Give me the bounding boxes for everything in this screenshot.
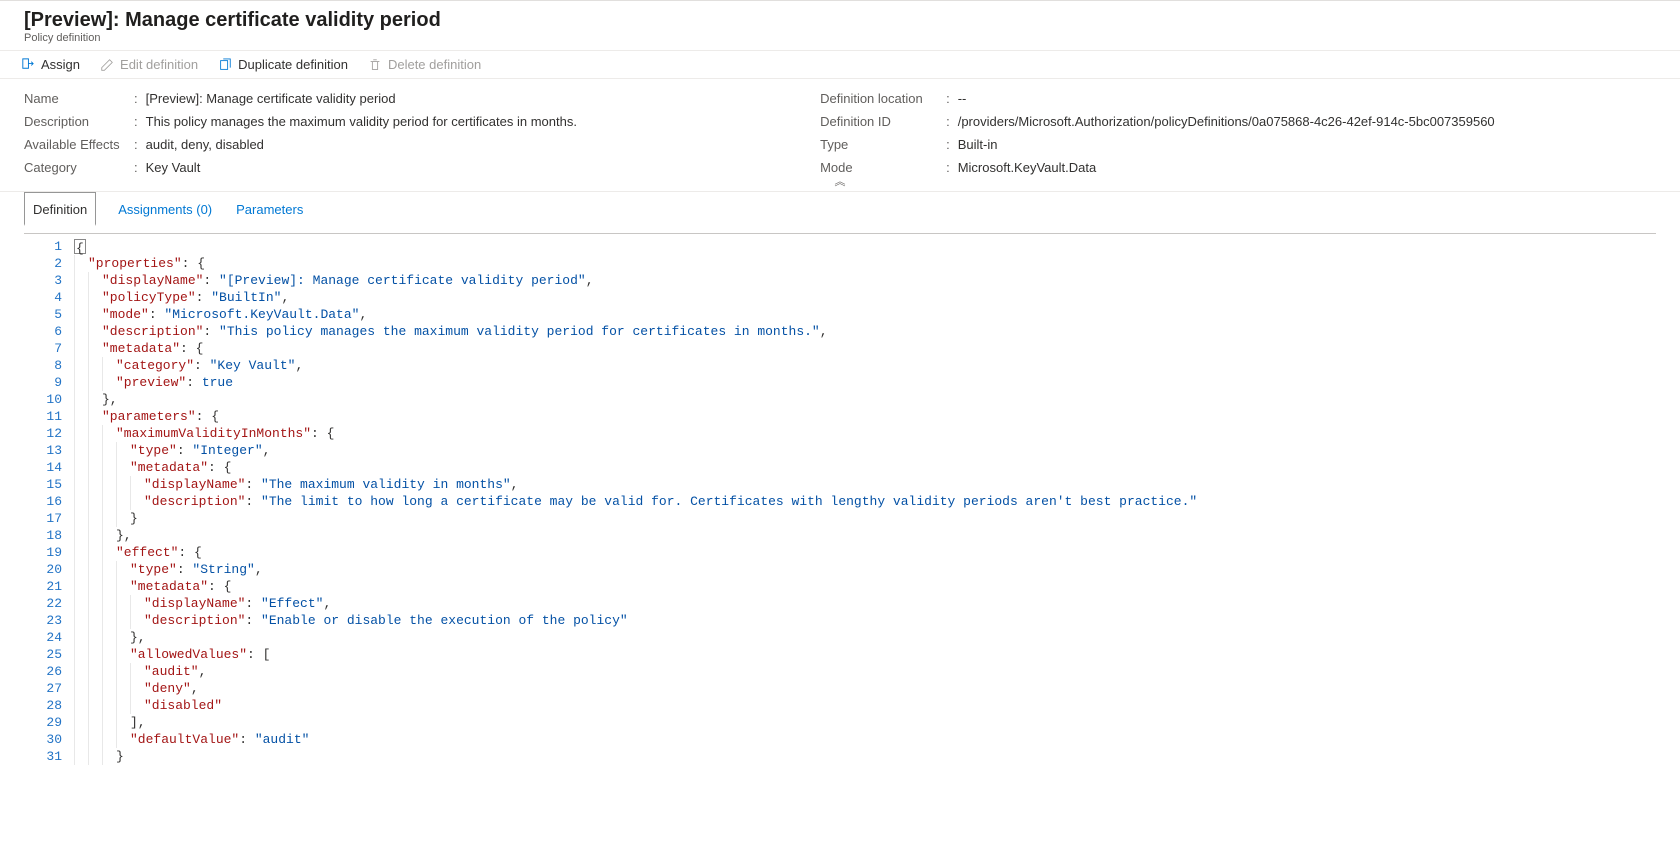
assign-button[interactable]: Assign bbox=[20, 57, 80, 72]
assign-label: Assign bbox=[41, 57, 80, 72]
category-label: Category bbox=[24, 160, 134, 175]
delete-label: Delete definition bbox=[388, 57, 481, 72]
name-value: [Preview]: Manage certificate validity p… bbox=[146, 91, 396, 106]
description-label: Description bbox=[24, 114, 134, 129]
tab-parameters[interactable]: Parameters bbox=[234, 192, 305, 225]
id-label: Definition ID bbox=[820, 114, 946, 129]
edit-label: Edit definition bbox=[120, 57, 198, 72]
page-header: [Preview]: Manage certificate validity p… bbox=[0, 1, 1680, 50]
page-title: [Preview]: Manage certificate validity p… bbox=[24, 9, 1656, 32]
tab-definition[interactable]: Definition bbox=[24, 192, 96, 226]
category-value: Key Vault bbox=[146, 160, 201, 175]
line-number-gutter: 1234567891011121314151617181920212223242… bbox=[24, 234, 74, 769]
effects-value: audit, deny, disabled bbox=[146, 137, 264, 152]
tab-assignments[interactable]: Assignments (0) bbox=[116, 192, 214, 225]
copy-icon bbox=[218, 58, 232, 72]
collapse-caret-icon[interactable]: ︽ bbox=[835, 173, 846, 189]
id-value: /providers/Microsoft.Authorization/polic… bbox=[958, 114, 1495, 129]
duplicate-definition-button[interactable]: Duplicate definition bbox=[218, 57, 348, 72]
delete-definition-button: Delete definition bbox=[368, 57, 481, 72]
tabs: Definition Assignments (0) Parameters bbox=[0, 191, 1680, 225]
code-area[interactable]: {"properties": {"displayName": "[Preview… bbox=[74, 234, 1656, 769]
edit-definition-button: Edit definition bbox=[100, 57, 198, 72]
pencil-icon bbox=[100, 58, 114, 72]
duplicate-label: Duplicate definition bbox=[238, 57, 348, 72]
toolbar: Assign Edit definition Duplicate definit… bbox=[0, 50, 1680, 79]
page-subtitle: Policy definition bbox=[24, 32, 1656, 44]
type-label: Type bbox=[820, 137, 946, 152]
details-panel: Name:[Preview]: Manage certificate valid… bbox=[0, 79, 1680, 191]
type-value: Built-in bbox=[958, 137, 998, 152]
location-value: -- bbox=[958, 91, 967, 106]
trash-icon bbox=[368, 58, 382, 72]
json-editor: 1234567891011121314151617181920212223242… bbox=[24, 233, 1656, 769]
assign-icon bbox=[20, 57, 35, 72]
description-value: This policy manages the maximum validity… bbox=[146, 114, 577, 129]
location-label: Definition location bbox=[820, 91, 946, 106]
effects-label: Available Effects bbox=[24, 137, 134, 152]
name-label: Name bbox=[24, 91, 134, 106]
mode-value: Microsoft.KeyVault.Data bbox=[958, 160, 1096, 175]
